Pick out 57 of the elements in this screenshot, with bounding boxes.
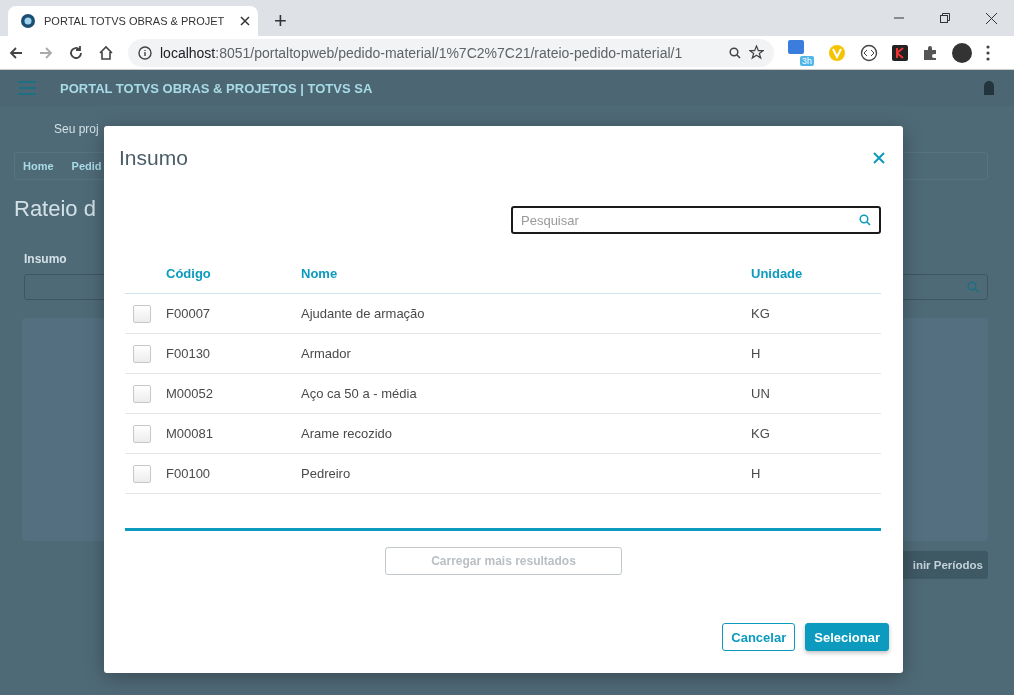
table-cell-text: F00100 (166, 466, 212, 481)
table-cell-text: Pedreiro (301, 466, 352, 481)
close-tab-icon[interactable] (240, 16, 250, 26)
row-checkbox[interactable] (133, 424, 151, 443)
breadcrumb-link[interactable]: Home (23, 160, 54, 172)
tab-title: PORTAL TOTVS OBRAS & PROJET (44, 15, 226, 27)
profile-avatar[interactable] (952, 42, 972, 63)
extension-badge: 3h (800, 55, 814, 66)
reload-icon[interactable] (68, 44, 84, 61)
page-title: Rateio d (14, 196, 96, 222)
field-label: Insumo (24, 252, 67, 266)
select-button[interactable]: Selecionar (805, 623, 889, 651)
app-title: PORTAL TOTVS OBRAS & PROJETOS | TOTVS SA (60, 80, 373, 96)
table-cell-text: F00130 (166, 346, 212, 361)
new-tab-button[interactable]: + (268, 9, 293, 33)
puzzle-icon[interactable] (922, 44, 938, 61)
table-cell-text: KG (751, 306, 771, 321)
column-header[interactable]: Nome (301, 266, 751, 281)
column-header[interactable]: Código (166, 266, 301, 281)
row-checkbox[interactable] (133, 304, 151, 323)
table-cell-text: Ajudante de armação (301, 306, 426, 321)
v-circle-icon[interactable] (828, 43, 846, 62)
column-header[interactable]: Unidade (751, 266, 881, 281)
dialog-title: Insumo (119, 146, 188, 170)
table-cell-text: Aço ca 50 a - média (301, 386, 418, 401)
table-cell-text: F00007 (166, 306, 212, 321)
row-checkbox[interactable] (133, 344, 151, 363)
back-icon[interactable] (8, 44, 24, 61)
k-square-icon[interactable] (892, 44, 908, 61)
table-cell-text: M00081 (166, 426, 214, 441)
address-bar[interactable]: localhost:8051/portaltopweb/pedido-material/1%7C2%7C21/rateio-pedido-material/1 (128, 38, 774, 67)
table-cell-text: Armador (301, 346, 352, 361)
browser-tab[interactable]: PORTAL TOTVS OBRAS & PROJET (8, 6, 258, 36)
table-cell-text: M00052 (166, 386, 214, 401)
close-icon[interactable] (873, 152, 885, 164)
project-label: Seu proj (54, 122, 99, 136)
table-cell-text: UN (751, 386, 771, 401)
home-icon[interactable] (98, 44, 114, 61)
forward-icon[interactable] (38, 44, 54, 61)
search-field[interactable]: Pesquisar (511, 206, 881, 234)
search-icon[interactable] (859, 214, 871, 226)
cancel-button[interactable]: Cancelar (722, 623, 796, 651)
star-icon[interactable] (749, 45, 764, 60)
table-cell-text: Arame recozido (301, 426, 394, 441)
table-cell-text: H (751, 466, 762, 481)
row-checkbox[interactable] (133, 464, 151, 483)
breadcrumb-link[interactable]: Pedid (71, 160, 102, 172)
info-icon (138, 45, 152, 60)
code-circle-icon[interactable] (860, 43, 878, 62)
row-checkbox[interactable] (133, 384, 151, 403)
table-cell-text: KG (751, 426, 771, 441)
url-host: localhost (160, 44, 216, 61)
zoom-icon[interactable] (729, 46, 741, 59)
url-path: :8051/portaltopweb/pedido-material/1%7C2%7C21/rateio-pedido-material/1 (215, 44, 684, 61)
globe-icon (20, 13, 36, 29)
table-cell-text: H (751, 346, 762, 361)
more-icon[interactable] (986, 44, 990, 61)
